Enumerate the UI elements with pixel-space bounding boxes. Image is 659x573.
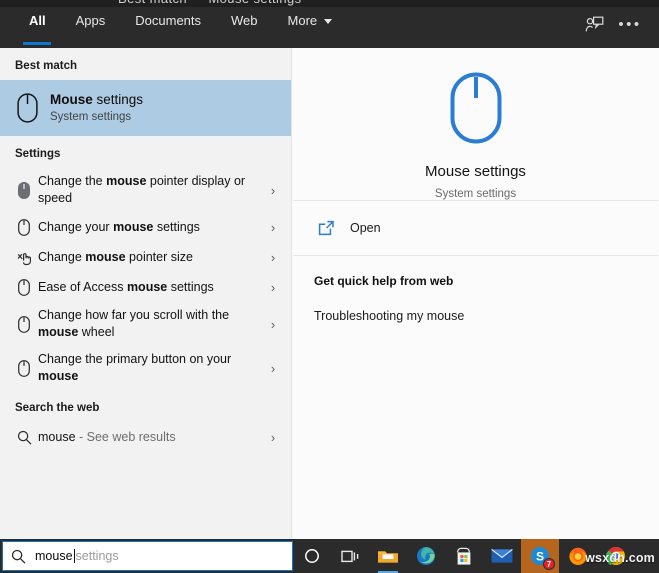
search-icon [11, 549, 35, 564]
search-typed-value: mouse [35, 549, 73, 563]
result-change-primary-button-on-your-mouse[interactable]: Change the primary button on your mouse … [0, 346, 291, 390]
mouse-icon [10, 93, 44, 123]
tab-documents[interactable]: Documents [120, 7, 216, 41]
result-label: Change how far you scroll with the mouse… [38, 308, 230, 339]
preview-pane: Mouse settings System settings Open Get … [291, 48, 659, 539]
mouse-icon [10, 315, 38, 333]
hand-pointer-icon [10, 249, 38, 266]
clipped-header-text: Best match — Mouse settings [118, 0, 301, 6]
mouse-icon-large [450, 72, 502, 149]
chevron-right-icon: › [270, 219, 276, 235]
search-icon [10, 430, 38, 445]
result-label: mouse - See web results [38, 429, 263, 446]
results-list: Best match Mouse settings System setting… [0, 48, 291, 539]
chevron-right-icon: › [270, 360, 276, 376]
open-external-icon [318, 220, 344, 236]
skype-icon[interactable]: S 7 [521, 539, 559, 573]
best-match-title-rest: settings [92, 92, 144, 107]
cortana-icon[interactable] [293, 539, 331, 573]
section-best-match-label: Best match [15, 60, 77, 72]
result-change-how-far-you-scroll-with-mouse-wheel[interactable]: Change how far you scroll with the mouse… [0, 302, 291, 346]
taskbar-icons: S 7 [293, 539, 635, 573]
preview-title: Mouse settings [425, 163, 526, 180]
result-ease-of-access-mouse-settings[interactable]: Ease of Access mouse settings › [0, 272, 291, 302]
quick-help-title: Get quick help from web [314, 274, 454, 288]
firefox-icon[interactable] [559, 539, 597, 573]
chevron-right-icon: › [270, 429, 276, 445]
taskbar: mouse settings S 7 wsxdn.com [0, 539, 659, 573]
quick-help-link-troubleshooting[interactable]: Troubleshooting my mouse [314, 309, 659, 323]
quick-help-section: Get quick help from web Troubleshooting … [292, 256, 659, 323]
search-tabbar: All Apps Documents Web More ••• [0, 7, 659, 48]
tab-list: All Apps Documents Web More [0, 7, 347, 41]
chevron-right-icon: › [270, 316, 276, 332]
tab-web-label: Web [231, 13, 258, 28]
best-match-title: Mouse settings [50, 91, 143, 108]
result-label: Change the primary button on your mouse [38, 352, 232, 383]
search-input[interactable]: mouse settings [2, 541, 293, 571]
file-explorer-icon[interactable] [369, 539, 407, 573]
section-search-the-web-label: Search the web [15, 402, 100, 414]
chevron-right-icon: › [270, 182, 276, 198]
mouse-icon [10, 359, 38, 377]
tab-all[interactable]: All [14, 7, 61, 41]
tab-apps[interactable]: Apps [61, 7, 121, 41]
result-best-match-mouse-settings[interactable]: Mouse settings System settings [0, 80, 291, 136]
chevron-down-icon [324, 19, 333, 24]
preview-subtitle: System settings [434, 188, 517, 200]
mouse-icon [10, 218, 38, 236]
result-change-mouse-pointer-size[interactable]: Change mouse pointer size › [0, 242, 291, 272]
feedback-icon[interactable] [579, 10, 609, 38]
tab-all-label: All [29, 13, 46, 28]
store-icon[interactable] [445, 539, 483, 573]
search-ghost-completion: settings [75, 549, 119, 563]
result-label: Ease of Access mouse settings [38, 279, 214, 294]
mouse-icon [10, 278, 38, 296]
result-label: Change your mouse settings [38, 219, 200, 234]
web-query-suffix: - See web results [75, 429, 176, 444]
preview-hero: Mouse settings System settings [292, 48, 659, 200]
result-web-search-mouse[interactable]: mouse - See web results › [0, 422, 291, 452]
best-match-subtitle: System settings [50, 111, 132, 123]
tabbar-actions: ••• [579, 7, 659, 41]
windows-search-panel: Best match — Mouse settings All Apps Doc… [0, 0, 659, 573]
edge-icon[interactable] [407, 539, 445, 573]
web-query-text: mouse [38, 429, 76, 444]
tab-more-label: More [287, 13, 318, 28]
open-button[interactable]: Open [292, 201, 659, 255]
text-cursor [73, 549, 75, 563]
task-view-icon[interactable] [331, 539, 369, 573]
mouse-icon [10, 181, 38, 199]
tab-more[interactable]: More [273, 7, 348, 41]
chrome-icon[interactable] [597, 539, 635, 573]
best-match-title-bold: Mouse [50, 92, 93, 107]
result-label: Change the mouse pointer display or spee… [38, 174, 246, 205]
tab-apps-label: Apps [75, 13, 106, 28]
result-change-your-mouse-settings[interactable]: Change your mouse settings › [0, 212, 291, 242]
tab-web[interactable]: Web [216, 7, 273, 41]
skype-notification-badge: 7 [543, 558, 555, 570]
more-options-icon[interactable]: ••• [615, 10, 645, 38]
chevron-right-icon: › [270, 249, 276, 265]
tab-documents-label: Documents [135, 13, 202, 28]
result-label: Change mouse pointer size [38, 249, 193, 264]
open-button-label: Open [350, 221, 381, 235]
clipped-window-header: Best match — Mouse settings [0, 0, 659, 7]
result-change-mouse-pointer-display-or-speed[interactable]: Change the mouse pointer display or spee… [0, 168, 291, 212]
mail-icon[interactable] [483, 539, 521, 573]
search-input-text: mouse settings [35, 549, 119, 563]
chevron-right-icon: › [270, 279, 276, 295]
best-match-text: Mouse settings System settings [44, 91, 143, 125]
section-settings-label: Settings [15, 148, 61, 160]
